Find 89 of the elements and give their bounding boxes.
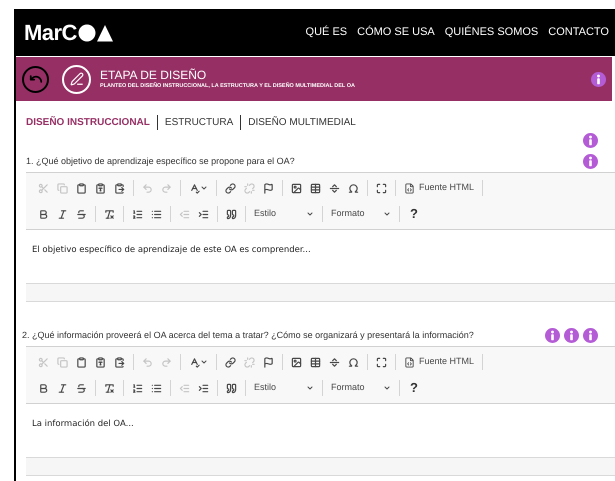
spellcheck-icon: [189, 182, 200, 194]
quote-icon: [226, 208, 237, 220]
quote-icon: [226, 382, 237, 394]
document-icon: [404, 182, 415, 194]
copy-icon: [57, 356, 68, 368]
paste-word-icon: [114, 182, 125, 194]
back-button[interactable]: [22, 66, 49, 92]
help-button[interactable]: ?: [404, 204, 424, 224]
back-arrow-icon: [28, 72, 42, 86]
redo-icon: [161, 182, 172, 194]
flag-icon: [263, 356, 274, 368]
paste-word-icon: [114, 356, 125, 368]
pen-icon: [62, 64, 91, 94]
info-icon[interactable]: [583, 133, 598, 148]
paste-icon: [76, 182, 87, 194]
italic-icon: [57, 382, 68, 394]
caret-icon: [306, 384, 314, 392]
source-button[interactable]: Fuente HTML: [400, 352, 478, 372]
remove-format-icon: [104, 382, 115, 394]
info-icon[interactable]: [583, 328, 598, 343]
paste-text-icon: [95, 182, 106, 194]
paste-text-icon: [95, 356, 106, 368]
italic-icon: [57, 208, 68, 220]
nav-link[interactable]: CÓMO SE USA: [357, 24, 435, 41]
unlink-icon: [244, 182, 255, 194]
format-dropdown[interactable]: Formato: [327, 204, 395, 224]
numbered-list-icon: [132, 208, 143, 220]
info-icon[interactable]: [564, 328, 579, 343]
section-tab[interactable]: DISEÑO MULTIMEDIAL: [248, 115, 356, 130]
bullet-list-icon: [151, 208, 162, 220]
caret-icon: [306, 210, 314, 218]
link-icon: [225, 182, 236, 194]
document-icon: [404, 356, 415, 368]
indent-icon: [198, 382, 209, 394]
bold-icon: [38, 208, 49, 220]
stage-title: ETAPA DE DISEÑO: [100, 68, 208, 82]
question-text: 2. ¿Qué información proveerá el OA acerca del tema a tratar? ¿Cómo se organizará y presentará la información?: [22, 328, 474, 342]
outdent-icon: [179, 208, 190, 220]
cut-icon: [38, 182, 49, 194]
caret-icon: [200, 184, 208, 192]
nav-link[interactable]: QUÉ ES: [306, 24, 348, 41]
flag-icon: [263, 182, 274, 194]
numbered-list-icon: [132, 382, 143, 394]
bold-icon: [38, 382, 49, 394]
format-dropdown[interactable]: Estilo: [250, 204, 318, 224]
copy-icon: [57, 182, 68, 194]
image-icon: [291, 356, 302, 368]
maximize-icon: [376, 182, 387, 194]
horizontal-line-icon: [329, 356, 340, 368]
undo-icon: [142, 356, 153, 368]
bullet-list-icon: [151, 382, 162, 394]
caret-icon: [383, 210, 391, 218]
editor-text: El objetivo específico de aprendizaje de este OA es comprender...: [32, 245, 311, 255]
paste-icon: [76, 356, 87, 368]
info-icon[interactable]: [583, 154, 598, 169]
nav-link[interactable]: CONTACTO: [548, 24, 609, 41]
indent-icon: [198, 208, 209, 220]
caret-icon: [200, 358, 208, 366]
undo-icon: [142, 182, 153, 194]
logo-text[interactable]: MarC: [24, 16, 77, 49]
table-icon: [310, 356, 321, 368]
link-icon: [225, 356, 236, 368]
spellcheck-icon: [189, 356, 200, 368]
omega-icon: [348, 356, 359, 368]
nav-link[interactable]: QUIÉNES SOMOS: [444, 24, 538, 41]
info-icon[interactable]: [545, 328, 560, 343]
cut-icon: [38, 356, 49, 368]
horizontal-line-icon: [329, 182, 340, 194]
table-icon: [310, 182, 321, 194]
remove-format-icon: [104, 208, 115, 220]
format-dropdown[interactable]: Estilo: [250, 378, 318, 398]
source-button[interactable]: Fuente HTML: [400, 178, 478, 198]
caret-icon: [383, 384, 391, 392]
section-tab[interactable]: DISEÑO INSTRUCCIONAL: [26, 115, 150, 130]
strikethrough-icon: [76, 208, 87, 220]
section-tab[interactable]: ESTRUCTURA: [164, 115, 234, 130]
omega-icon: [348, 182, 359, 194]
redo-icon: [161, 356, 172, 368]
question-text: 1. ¿Qué objetivo de aprendizaje específico se propone para el OA?: [26, 154, 295, 168]
image-icon: [291, 182, 302, 194]
help-button[interactable]: ?: [404, 378, 424, 398]
unlink-icon: [244, 356, 255, 368]
strikethrough-icon: [76, 382, 87, 394]
info-icon[interactable]: [591, 72, 606, 86]
maximize-icon: [376, 356, 387, 368]
outdent-icon: [179, 382, 190, 394]
logo-shapes-icon: [78, 24, 114, 42]
format-dropdown[interactable]: Formato: [327, 378, 395, 398]
editor-text: La información del OA...: [32, 419, 134, 429]
